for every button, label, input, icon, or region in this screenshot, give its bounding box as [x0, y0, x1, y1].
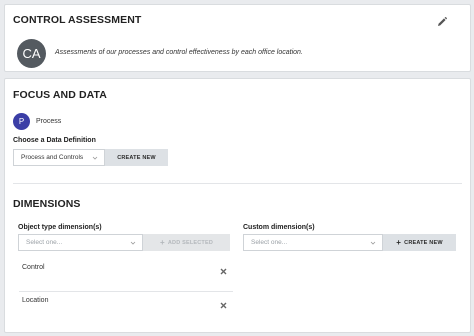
- custom-dimension-select[interactable]: Select one...: [243, 234, 383, 251]
- focus-title: FOCUS AND DATA: [13, 89, 107, 101]
- plus-icon: +: [159, 238, 165, 247]
- custom-dimension-label: Custom dimension(s): [243, 224, 315, 231]
- assessment-card: CONTROL ASSESSMENT CA Assessments of our…: [4, 4, 471, 72]
- object-type-select[interactable]: Select one...: [18, 234, 143, 251]
- chevron-down-icon: [370, 241, 376, 245]
- chevron-down-icon: [130, 241, 136, 245]
- add-selected-button[interactable]: + ADD SELECTED: [143, 234, 230, 251]
- assessment-title: CONTROL ASSESSMENT: [13, 14, 142, 26]
- plus-icon: +: [396, 238, 402, 247]
- add-selected-label: ADD SELECTED: [167, 239, 214, 246]
- process-label: Process: [36, 118, 62, 125]
- create-new-dimension-label: CREATE NEW: [404, 239, 443, 246]
- dimension-item-label: Location: [22, 297, 49, 304]
- assessment-description: Assessments of our processes and control…: [55, 49, 303, 56]
- data-definition-value: Process and Controls: [21, 154, 84, 161]
- object-type-placeholder: Select one...: [26, 239, 63, 246]
- dimension-item-label: Control: [22, 264, 45, 271]
- custom-dimension-placeholder: Select one...: [251, 239, 288, 246]
- edit-pencil-icon[interactable]: [436, 16, 448, 28]
- remove-x-icon[interactable]: [220, 268, 227, 275]
- create-new-definition-button[interactable]: CREATE NEW: [105, 149, 168, 166]
- dimensions-title: DIMENSIONS: [13, 198, 81, 210]
- dimension-item: Location: [19, 291, 233, 324]
- chevron-down-icon: [92, 156, 98, 160]
- section-divider: [13, 183, 462, 184]
- definition-label: Choose a Data Definition: [13, 137, 96, 144]
- assessment-avatar: CA: [17, 39, 46, 68]
- data-definition-select[interactable]: Process and Controls: [13, 149, 105, 166]
- process-avatar: P: [13, 113, 30, 130]
- object-type-label: Object type dimension(s): [18, 224, 102, 231]
- remove-x-icon[interactable]: [220, 302, 227, 309]
- configuration-card: FOCUS AND DATA P Process Choose a Data D…: [4, 78, 471, 333]
- create-new-dimension-button[interactable]: + CREATE NEW: [383, 234, 456, 251]
